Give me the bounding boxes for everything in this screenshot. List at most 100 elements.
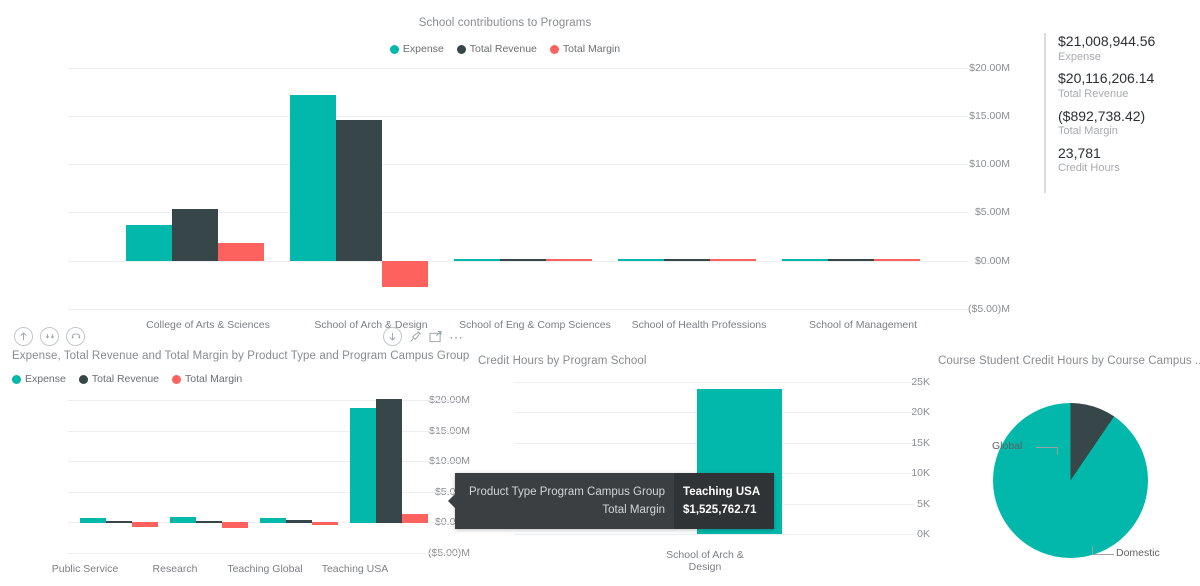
legend-item-total-revenue[interactable]: Total Revenue — [78, 373, 160, 385]
bar-total-margin[interactable] — [710, 259, 756, 261]
bar-expense[interactable] — [126, 225, 172, 261]
pie-leader-line-domestic-stem — [1092, 546, 1094, 554]
bar-total-revenue[interactable] — [196, 521, 222, 523]
pin-visual-icon[interactable] — [409, 330, 422, 343]
pie-leader-line-global — [1036, 447, 1058, 449]
kpi-label: Total Revenue — [1058, 87, 1129, 100]
bar-total-revenue[interactable] — [172, 209, 218, 261]
legend-item-total-margin[interactable]: Total Margin — [549, 43, 621, 55]
kpi-label: Expense — [1058, 50, 1101, 63]
legend-label: Total Revenue — [469, 43, 537, 55]
gridline — [68, 553, 460, 554]
legend-item-expense[interactable]: Expense — [12, 373, 66, 385]
bar-expense[interactable] — [170, 517, 196, 523]
gridline — [68, 116, 968, 117]
legend-item-total-margin[interactable]: Total Margin — [172, 373, 242, 385]
x-tick-label: Teaching USA — [321, 563, 389, 575]
chart-legend[interactable]: Expense Total Revenue Total Margin — [0, 43, 1010, 55]
gridline — [68, 261, 968, 262]
kpi-panel: $21,008,944.56 Expense $20,116,206.14 To… — [1044, 33, 1194, 193]
bar-expense[interactable] — [782, 259, 828, 261]
tooltip-values: Teaching USA $1,525,762.71 — [674, 473, 775, 529]
x-tick-label: Research — [152, 563, 198, 575]
expand-next-level-icon[interactable] — [40, 327, 59, 346]
bar-total-revenue[interactable] — [106, 521, 132, 523]
bar-total-revenue[interactable] — [500, 259, 546, 261]
drill-up-icon[interactable] — [14, 327, 33, 346]
drill-down-icon[interactable] — [383, 327, 402, 346]
chart-title: School contributions to Programs — [418, 17, 592, 29]
kpi-value: ($892,738.42) — [1058, 107, 1146, 124]
pie-chart[interactable] — [993, 403, 1148, 558]
x-tick-label: School of Management — [809, 319, 917, 331]
chart-title: Credit Hours by Program School — [478, 355, 647, 367]
bar-total-margin[interactable] — [546, 259, 592, 261]
more-options-icon[interactable]: ⋯ — [449, 330, 465, 344]
plot-area[interactable] — [68, 396, 460, 561]
powerbi-report-page: $21,008,944.56 Expense $20,116,206.14 To… — [0, 0, 1200, 586]
pie-label-domestic: Domestic — [1116, 547, 1160, 559]
bar-total-margin[interactable] — [874, 259, 920, 261]
bar-total-margin[interactable] — [132, 522, 158, 527]
chart-course-student-credit-hours[interactable]: Course Student Credit Hours by Course Ca… — [930, 346, 1200, 586]
bar-total-margin[interactable] — [312, 522, 338, 525]
plot-area[interactable] — [68, 60, 968, 318]
bar-expense[interactable] — [80, 518, 106, 523]
bar-total-margin[interactable] — [222, 522, 248, 528]
gridline — [514, 534, 914, 535]
tooltip-value: $1,525,762.71 — [683, 504, 757, 516]
focus-mode-icon[interactable] — [429, 330, 442, 343]
chart-school-contributions[interactable]: School contributions to Programs Expense… — [0, 0, 1010, 346]
x-tick-label: Public Service — [51, 563, 119, 575]
chart-credit-hours-by-program-school[interactable]: Credit Hours by Program School 25K 20K 1… — [470, 346, 930, 586]
bar-total-revenue[interactable] — [336, 120, 382, 261]
visual-header-icons[interactable]: ⋯ — [383, 327, 465, 346]
bar-expense[interactable] — [618, 259, 664, 261]
chart-legend[interactable]: Expense Total Revenue Total Margin — [12, 373, 242, 385]
chart-title: Expense, Total Revenue and Total Margin … — [12, 350, 470, 362]
legend-label: Total Margin — [562, 43, 621, 55]
bar-total-revenue[interactable] — [664, 259, 710, 261]
bar-total-revenue[interactable] — [376, 399, 402, 523]
bar-total-margin[interactable] — [382, 261, 428, 287]
kpi-item-total-margin: ($892,738.42) Total Margin — [1058, 108, 1155, 139]
legend-item-expense[interactable]: Expense — [389, 43, 444, 55]
bar-total-revenue[interactable] — [286, 520, 312, 523]
bar-total-margin[interactable] — [402, 514, 428, 523]
chart-title: Course Student Credit Hours by Course Ca… — [938, 355, 1200, 367]
legend-swatch-icon — [172, 374, 182, 384]
gridline — [68, 309, 968, 310]
legend-item-total-revenue[interactable]: Total Revenue — [456, 43, 537, 55]
chart-tooltip: Product Type Program Campus Group Total … — [448, 473, 775, 529]
tooltip-keys: Product Type Program Campus Group Total … — [455, 473, 674, 529]
bar-expense[interactable] — [454, 259, 500, 261]
bar-expense[interactable] — [350, 408, 376, 523]
chart-product-type-campus-group[interactable]: Expense, Total Revenue and Total Margin … — [0, 346, 470, 586]
tooltip-value: Teaching USA — [683, 486, 761, 498]
kpi-label: Credit Hours — [1058, 162, 1120, 175]
bar-total-margin[interactable] — [218, 243, 264, 261]
kpi-list: $21,008,944.56 Expense $20,116,206.14 To… — [1058, 33, 1155, 182]
pie-leader-line-global-stem — [1057, 447, 1059, 455]
gridline — [514, 382, 914, 383]
bar-expense[interactable] — [290, 95, 336, 261]
legend-label: Total Margin — [185, 373, 243, 385]
pie-label-global: Global — [992, 440, 1023, 452]
x-tick-label: School of Arch & Design — [666, 549, 744, 574]
bar-expense[interactable] — [260, 518, 286, 523]
legend-label: Expense — [402, 43, 444, 55]
drill-controls-left[interactable] — [14, 327, 85, 346]
kpi-value: 23,781 — [1058, 144, 1101, 161]
legend-swatch-icon — [78, 374, 88, 384]
kpi-label: Total Margin — [1058, 125, 1118, 137]
bar-total-revenue[interactable] — [828, 259, 874, 261]
x-tick-label: Teaching Global — [227, 563, 303, 575]
drill-down-hierarchy-icon[interactable] — [66, 327, 85, 346]
legend-label: Total Revenue — [91, 373, 160, 385]
legend-swatch-icon — [549, 44, 559, 54]
legend-swatch-icon — [456, 44, 466, 54]
kpi-value: $20,116,206.14 — [1058, 70, 1155, 87]
tooltip-arrow-icon — [448, 494, 455, 508]
kpi-item-credit-hours: 23,781 Credit Hours — [1058, 145, 1155, 176]
kpi-value: $21,008,944.56 — [1058, 33, 1156, 49]
